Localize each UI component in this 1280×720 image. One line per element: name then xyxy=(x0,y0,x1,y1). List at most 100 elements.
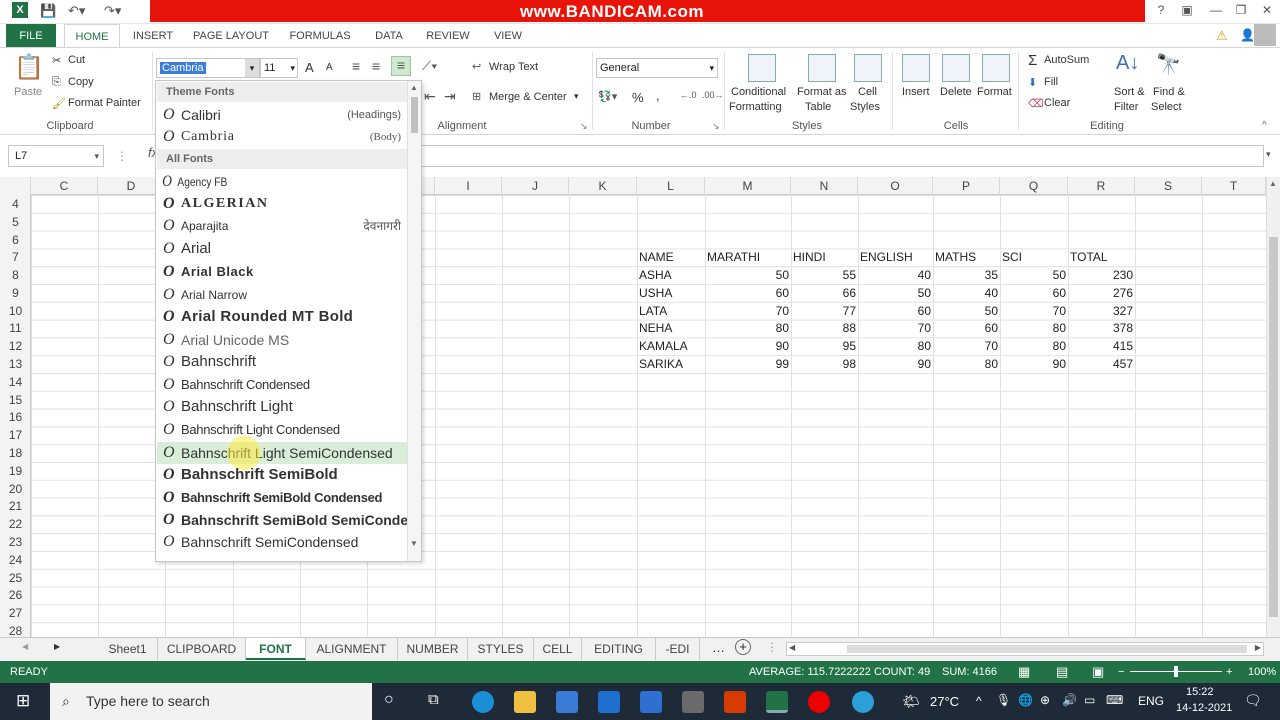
table-header-cell[interactable]: HINDI xyxy=(793,248,826,266)
insert-cells-icon[interactable] xyxy=(902,54,930,82)
table-cell[interactable]: 55 xyxy=(793,266,856,284)
row-header[interactable]: 17 xyxy=(0,426,31,444)
splitter-icon[interactable]: ⋮ xyxy=(766,640,778,654)
add-sheet-icon[interactable]: + xyxy=(735,639,751,655)
conditional-formatting-label[interactable]: Conditional xyxy=(731,86,786,98)
table-cell[interactable]: NEHA xyxy=(639,319,672,337)
normal-view-icon[interactable]: ▦ xyxy=(1018,661,1030,683)
sheet-tab[interactable]: CLIPBOARD xyxy=(158,638,246,660)
font-option[interactable]: O Cambria (Body) xyxy=(157,126,407,148)
minimize-button[interactable]: — xyxy=(1205,3,1227,21)
taskbar-search[interactable]: ⌕ Type here to search xyxy=(50,683,372,720)
format-as-table-label-2[interactable]: Table xyxy=(805,101,831,113)
ribbon-display-button[interactable]: ▣ xyxy=(1176,3,1198,21)
scroll-thumb[interactable] xyxy=(1269,237,1278,617)
table-cell[interactable]: 98 xyxy=(793,355,856,373)
tab-file[interactable]: FILE xyxy=(6,24,56,48)
clock-date[interactable]: 14-12-2021 xyxy=(1176,702,1232,714)
sheet-tab[interactable]: Sheet1 xyxy=(98,638,158,660)
find-select-label-2[interactable]: Select xyxy=(1151,101,1182,113)
row-header[interactable]: 6 xyxy=(0,231,31,249)
number-format-combo[interactable]: General ▾ xyxy=(596,58,718,78)
cut-button[interactable]: Cut xyxy=(68,54,85,66)
font-option[interactable]: O Arial Black xyxy=(157,261,407,283)
tab-view[interactable]: VIEW xyxy=(486,24,530,48)
format-painter-button[interactable]: Format Painter xyxy=(68,97,141,109)
table-header-cell[interactable]: MATHS xyxy=(935,248,976,266)
avatar[interactable] xyxy=(1254,24,1276,46)
speaker-icon[interactable]: 🔊 xyxy=(1062,693,1077,707)
table-cell[interactable]: USHA xyxy=(639,284,672,302)
column-header[interactable]: P xyxy=(933,177,1000,195)
tab-formulas[interactable]: FORMULAS xyxy=(284,24,356,48)
scroll-thumb[interactable] xyxy=(411,97,418,133)
copy-button[interactable]: Copy xyxy=(68,76,94,88)
table-header-cell[interactable]: MARATHI xyxy=(707,248,760,266)
fill-icon[interactable]: ⬇ xyxy=(1028,76,1037,89)
language-indicator[interactable]: ENG xyxy=(1138,694,1164,708)
font-option[interactable]: O Arial xyxy=(157,238,407,260)
delete-cells-icon[interactable] xyxy=(942,54,970,82)
dialog-launcher-icon[interactable]: ↘ xyxy=(712,121,720,132)
table-cell[interactable]: 50 xyxy=(1002,266,1066,284)
font-option[interactable]: O Bahnschrift SemiBold Condensed xyxy=(157,487,407,509)
dropdown-scrollbar[interactable]: ▲ ▼ xyxy=(407,81,421,561)
tab-page-layout[interactable]: PAGE LAYOUT xyxy=(188,24,274,48)
row-header[interactable]: 27 xyxy=(0,604,31,622)
font-option[interactable]: O Arial Unicode MS xyxy=(157,329,407,351)
find-select-label[interactable]: Find & xyxy=(1153,86,1185,98)
chevron-down-icon[interactable]: ▾ xyxy=(290,59,295,77)
scroll-right-icon[interactable]: ▶ xyxy=(1255,643,1261,652)
battery-icon[interactable]: ▭ xyxy=(1084,693,1095,707)
row-header[interactable]: 14 xyxy=(0,373,31,391)
table-cell[interactable]: 60 xyxy=(707,284,789,302)
column-header[interactable]: K xyxy=(569,177,637,195)
notification-icon[interactable]: 🗨 xyxy=(1244,692,1262,709)
scroll-up-icon[interactable]: ▲ xyxy=(410,83,418,92)
scroll-up-icon[interactable]: ▲ xyxy=(1269,179,1277,188)
sheet-tab-active[interactable]: FONT xyxy=(246,638,306,660)
font-name-combo[interactable]: Cambria ▾ xyxy=(156,58,260,78)
row-header[interactable]: 5 xyxy=(0,213,31,231)
row-header[interactable]: 18 xyxy=(0,444,31,462)
tab-data[interactable]: DATA xyxy=(366,24,412,48)
tab-insert[interactable]: INSERT xyxy=(128,24,178,48)
undo-icon[interactable]: ↶▾ xyxy=(68,3,85,19)
align-middle-icon[interactable]: ≡ xyxy=(372,58,380,74)
table-cell[interactable]: 230 xyxy=(1070,266,1133,284)
sheet-tab[interactable]: EDITING xyxy=(582,638,656,660)
row-header[interactable]: 4 xyxy=(0,195,31,213)
merge-icon[interactable]: ⊞ xyxy=(472,90,481,103)
row-header[interactable]: 20 xyxy=(0,480,31,498)
cell-styles-label[interactable]: Cell xyxy=(858,86,877,98)
format-as-table-icon[interactable] xyxy=(808,54,836,82)
sheet-tab[interactable]: STYLES xyxy=(468,638,534,660)
help-app-icon[interactable] xyxy=(852,691,874,713)
column-header[interactable]: J xyxy=(502,177,569,195)
conditional-formatting-icon[interactable] xyxy=(748,54,776,82)
table-cell[interactable]: LATA xyxy=(639,302,667,320)
warning-icon[interactable]: ⚠ xyxy=(1216,28,1228,44)
cell-styles-icon[interactable] xyxy=(854,54,882,82)
weather-icon[interactable]: 🌤 xyxy=(902,693,920,710)
delete-button[interactable]: Delete xyxy=(940,86,972,98)
chevron-down-icon[interactable]: ▾ xyxy=(245,59,259,77)
chevron-down-icon[interactable]: ▾ xyxy=(709,59,714,77)
restore-button[interactable]: ❐ xyxy=(1230,3,1252,21)
font-option-highlighted[interactable]: O Bahnschrift Light SemiCondensed xyxy=(157,436,407,470)
row-header[interactable]: 10 xyxy=(0,302,31,320)
chevron-down-icon[interactable]: ▾ xyxy=(94,146,99,166)
select-all-corner[interactable] xyxy=(0,177,31,195)
font-dropdown[interactable]: Theme Fonts O Calibri (Headings) O Cambria (… xyxy=(155,80,422,562)
clear-icon[interactable]: ⌫ xyxy=(1028,97,1044,110)
table-header-cell[interactable]: SCI xyxy=(1002,248,1022,266)
row-header[interactable]: 12 xyxy=(0,337,31,355)
clock-time[interactable]: 15:22 xyxy=(1186,686,1214,698)
table-cell[interactable]: 66 xyxy=(793,284,856,302)
bandicam-icon[interactable] xyxy=(808,691,830,713)
row-header[interactable]: 21 xyxy=(0,497,31,515)
windows-start-icon[interactable]: ⊞ xyxy=(16,691,30,711)
font-option[interactable]: O Bahnschrift Condensed xyxy=(157,374,407,396)
column-header[interactable]: N xyxy=(791,177,858,195)
close-button[interactable]: ✕ xyxy=(1256,3,1278,21)
